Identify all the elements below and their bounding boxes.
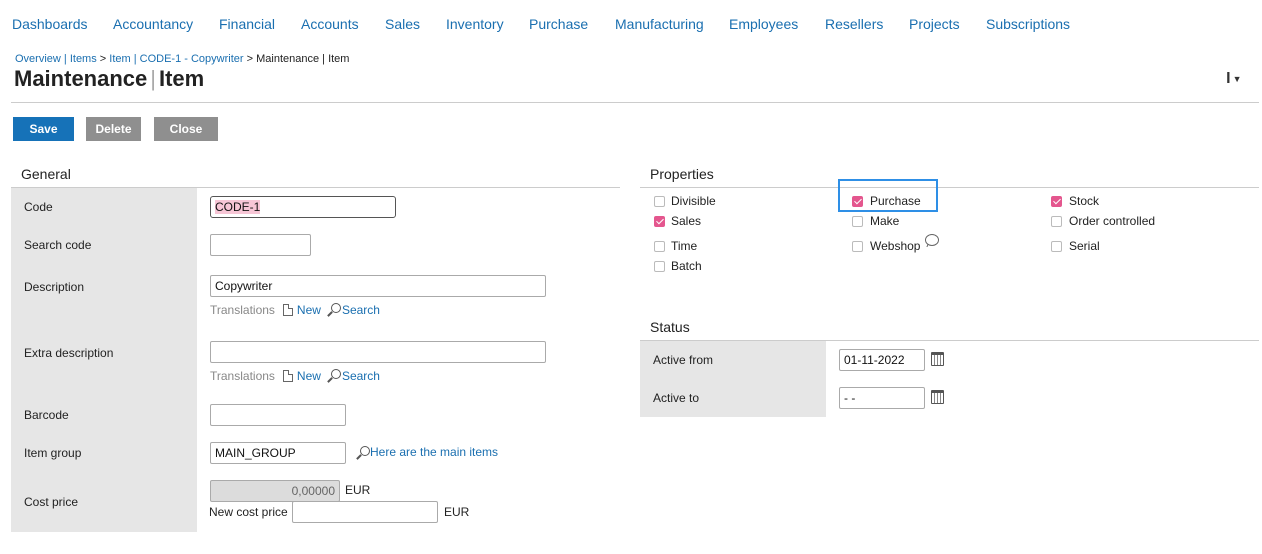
extra-description-translations: Translations New Search [210, 369, 380, 383]
purchase-checkbox[interactable] [852, 196, 863, 207]
status-heading: Status [650, 319, 690, 335]
code-input-value: CODE-1 [215, 200, 261, 214]
serial-label: Serial [1069, 239, 1100, 253]
divisible-label: Divisible [671, 194, 716, 208]
item-group-link[interactable]: Here are the main items [370, 445, 498, 459]
serial-checkbox[interactable] [1051, 241, 1062, 252]
translation-new-link[interactable]: New [297, 303, 321, 317]
calendar-icon[interactable] [931, 390, 944, 404]
cost-price-currency: EUR [345, 483, 371, 497]
breadcrumb-item[interactable]: Item | CODE-1 - Copywriter [109, 53, 243, 65]
new-document-icon [282, 304, 293, 316]
nav-subscriptions[interactable]: Subscriptions [986, 16, 1070, 32]
page-title-separator: | [150, 66, 156, 91]
active-to-label: Active to [653, 391, 700, 405]
speech-bubble-icon[interactable] [925, 234, 939, 246]
new-cost-price-input[interactable] [292, 501, 438, 523]
batch-checkbox[interactable] [654, 261, 665, 272]
cost-price-label: Cost price [24, 495, 79, 509]
caret-down-icon: ▼ [1232, 74, 1242, 85]
calendar-icon[interactable] [931, 352, 944, 366]
nav-manufacturing[interactable]: Manufacturing [615, 16, 704, 32]
new-cost-price-currency: EUR [444, 505, 470, 519]
title-divider [11, 102, 1259, 103]
description-translations: Translations New Search [210, 303, 380, 317]
delete-button[interactable]: Delete [86, 117, 141, 141]
close-button[interactable]: Close [154, 117, 218, 141]
nav-resellers[interactable]: Resellers [825, 16, 883, 32]
make-label: Make [870, 214, 900, 228]
nav-accountancy[interactable]: Accountancy [113, 16, 193, 32]
extra-description-label: Extra description [24, 346, 114, 360]
description-input[interactable]: Copywriter [210, 275, 546, 297]
webshop-label: Webshop [870, 239, 921, 253]
barcode-label: Barcode [24, 408, 69, 422]
nav-financial[interactable]: Financial [219, 16, 275, 32]
tools-menu[interactable]: 𝚰 ▼ [1226, 70, 1242, 87]
page-title-main: Maintenance [14, 66, 148, 91]
translation-search-link[interactable]: Search [342, 369, 380, 383]
active-from-label: Active from [653, 353, 714, 367]
breadcrumb-separator: > [243, 53, 257, 65]
order-controlled-label: Order controlled [1069, 214, 1156, 228]
nav-employees[interactable]: Employees [729, 16, 798, 32]
search-code-label: Search code [24, 238, 92, 252]
properties-divider [640, 187, 1259, 188]
item-group-search-icon[interactable] [356, 446, 370, 460]
nav-projects[interactable]: Projects [909, 16, 960, 32]
sales-label: Sales [671, 214, 702, 228]
page-title: Maintenance | Item [14, 66, 204, 92]
breadcrumb: Overview | Items > Item | CODE-1 - Copyw… [15, 53, 349, 65]
nav-accounts[interactable]: Accounts [301, 16, 359, 32]
code-input[interactable]: CODE-1 [210, 196, 396, 218]
active-from-input[interactable]: 01-11-2022 [839, 349, 925, 371]
stock-label: Stock [1069, 194, 1100, 208]
active-to-input[interactable]: - - [839, 387, 925, 409]
nav-purchase[interactable]: Purchase [529, 16, 588, 32]
barcode-input[interactable] [210, 404, 346, 426]
batch-label: Batch [671, 259, 702, 273]
page-title-sub: Item [158, 66, 205, 91]
general-heading: General [21, 166, 71, 182]
breadcrumb-pipe: | [60, 53, 70, 65]
new-cost-price-label: New cost price [209, 505, 288, 519]
description-label: Description [24, 280, 85, 294]
search-icon [327, 369, 341, 383]
translation-search-link[interactable]: Search [342, 303, 380, 317]
top-nav: Dashboards Accountancy Financial Account… [0, 0, 1262, 48]
make-checkbox[interactable] [852, 216, 863, 227]
save-button[interactable]: Save [13, 117, 74, 141]
divisible-checkbox[interactable] [654, 196, 665, 207]
time-label: Time [671, 239, 698, 253]
nav-dashboards[interactable]: Dashboards [12, 16, 88, 32]
breadcrumb-overview[interactable]: Overview [15, 53, 61, 65]
purchase-label: Purchase [870, 194, 921, 208]
cost-price-field: 0,00000 [210, 480, 340, 502]
properties-heading: Properties [650, 166, 714, 182]
tools-icon: 𝚰 [1226, 70, 1231, 87]
code-label: Code [24, 200, 53, 214]
breadcrumb-current: Maintenance | Item [256, 53, 350, 65]
search-code-input[interactable] [210, 234, 311, 256]
breadcrumb-items[interactable]: Items [70, 53, 97, 65]
translations-label: Translations [210, 369, 275, 383]
nav-sales[interactable]: Sales [385, 16, 420, 32]
sales-checkbox[interactable] [654, 216, 665, 227]
stock-checkbox[interactable] [1051, 196, 1062, 207]
item-group-input[interactable]: MAIN_GROUP [210, 442, 346, 464]
order-controlled-checkbox[interactable] [1051, 216, 1062, 227]
search-icon [327, 303, 341, 317]
time-checkbox[interactable] [654, 241, 665, 252]
translations-label: Translations [210, 303, 275, 317]
nav-inventory[interactable]: Inventory [446, 16, 504, 32]
translation-new-link[interactable]: New [297, 369, 321, 383]
webshop-checkbox[interactable] [852, 241, 863, 252]
extra-description-input[interactable] [210, 341, 546, 363]
new-document-icon [282, 370, 293, 382]
breadcrumb-separator: > [96, 53, 110, 65]
item-group-label: Item group [24, 446, 82, 460]
